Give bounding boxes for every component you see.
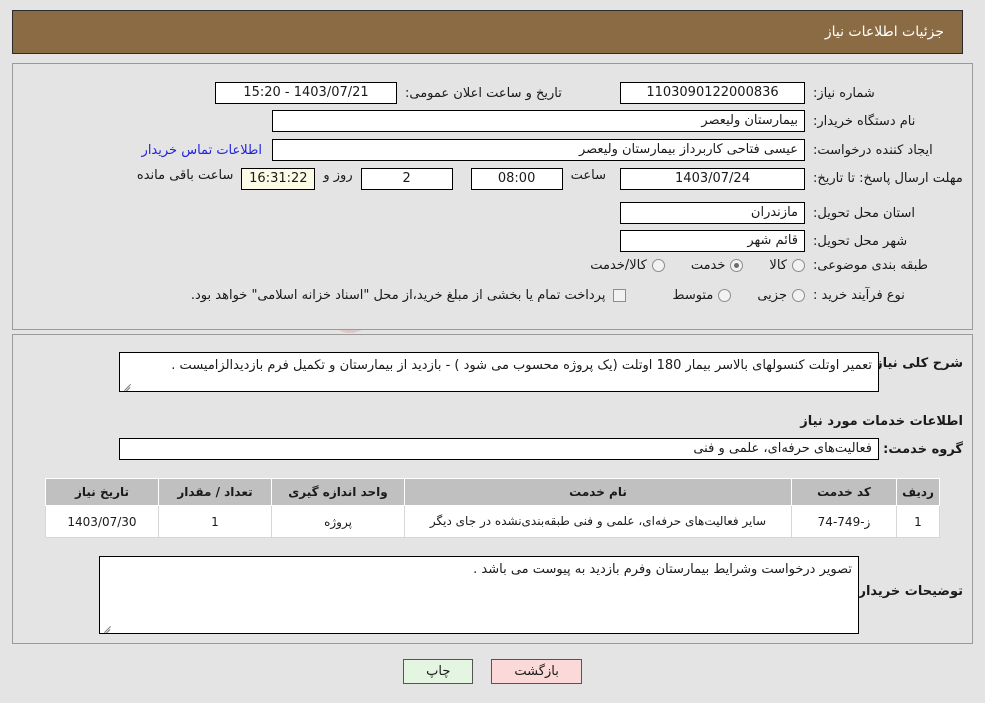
public-announce-row: تاریخ و ساعت اعلان عمومی: 15:20 - 1403/0… — [215, 82, 595, 104]
city-value: قائم شهر — [620, 230, 805, 252]
days-label: روز و — [323, 168, 353, 183]
cell-index: 1 — [896, 505, 940, 538]
page-header: جزئیات اطلاعات نیاز — [12, 10, 963, 54]
process-radio-jozii[interactable] — [792, 289, 805, 302]
description-row: شرح کلی نیاز: تعمیر اوتلت کنسولهای بالاس… — [119, 352, 963, 392]
category-row: طبقه بندی موضوعی: کالا خدمت کالا/خدمت — [564, 258, 963, 273]
province-value: مازندران — [620, 202, 805, 224]
deadline-row: مهلت ارسال پاسخ: تا تاریخ: 1403/07/24 سا… — [137, 168, 963, 190]
process-row: نوع فرآیند خرید : جزیی متوسط پرداخت تمام… — [191, 288, 963, 303]
city-label: شهر محل تحویل: — [813, 233, 908, 249]
days-remaining-value: 2 — [360, 168, 453, 190]
hour-value: 08:00 — [470, 168, 563, 190]
th-index: ردیف — [896, 478, 940, 506]
hour-label: ساعت — [570, 168, 606, 183]
page-title: جزئیات اطلاعات نیاز — [824, 24, 944, 40]
category-label-khedmat: خدمت — [690, 258, 726, 273]
service-group-row: گروه خدمت: فعالیت‌های حرفه‌ای، علمی و فن… — [119, 438, 963, 460]
requester-value: عیسی فتاحی کاربرداز بیمارستان ولیعصر — [272, 139, 805, 161]
service-group-value: فعالیت‌های حرفه‌ای، علمی و فنی — [119, 438, 879, 460]
countdown-label: ساعت باقی مانده — [136, 168, 234, 183]
process-option-motavaset[interactable]: متوسط — [672, 288, 732, 303]
category-radio-khedmat[interactable] — [730, 259, 744, 272]
services-section-title: اطلاعات خدمات مورد نیاز — [800, 414, 963, 429]
buyer-notes-row: توضیحات خریدار: تصویر درخواست وشرایط بیم… — [99, 556, 963, 634]
category-radio-kala[interactable] — [792, 259, 805, 272]
treasury-documents-text: پرداخت تمام یا بخشی از مبلغ خرید،از محل … — [190, 288, 606, 303]
needs-table-container: ردیف کد خدمت نام خدمت واحد اندازه گیری ت… — [45, 478, 940, 538]
deadline-label: مهلت ارسال پاسخ: تا تاریخ: — [813, 171, 963, 186]
th-date: تاریخ نیاز — [45, 478, 159, 506]
process-option-jozii[interactable]: جزیی — [757, 288, 805, 303]
cell-quantity: 1 — [158, 505, 272, 538]
back-button[interactable]: بازگشت — [491, 659, 582, 684]
category-radio-kala-khedmat[interactable] — [651, 259, 665, 272]
description-value: تعمیر اوتلت کنسولهای بالاسر بیمار 180 او… — [119, 352, 879, 392]
requester-label: ایجاد کننده درخواست: — [813, 142, 933, 158]
process-label-motavaset: متوسط — [672, 288, 714, 303]
process-radio-motavaset[interactable] — [718, 289, 732, 302]
description-label: شرح کلی نیاز: — [869, 356, 963, 371]
category-label: طبقه بندی موضوعی: — [813, 258, 929, 273]
buyer-notes-value: تصویر درخواست وشرایط بیمارستان وفرم بازد… — [99, 556, 859, 634]
requester-row: ایجاد کننده درخواست: عیسی فتاحی کاربرداز… — [142, 139, 963, 161]
service-group-label: گروه خدمت: — [883, 441, 963, 457]
city-row: شهر محل تحویل: قائم شهر — [620, 230, 963, 252]
category-option-kala-khedmat[interactable]: کالا/خدمت — [590, 258, 665, 273]
public-announce-label: تاریخ و ساعت اعلان عمومی: — [405, 85, 562, 101]
buyer-org-row: نام دستگاه خریدار: بیمارستان ولیعصر — [272, 110, 963, 132]
needs-table: ردیف کد خدمت نام خدمت واحد اندازه گیری ت… — [45, 478, 940, 538]
treasury-documents-checkbox[interactable] — [613, 289, 627, 302]
cell-code: ز-749-74 — [791, 505, 897, 538]
buyer-notes-text: تصویر درخواست وشرایط بیمارستان وفرم بازد… — [473, 562, 852, 577]
province-label: استان محل تحویل: — [813, 205, 915, 221]
category-label-kala: کالا — [769, 258, 787, 273]
th-quantity: تعداد / مقدار — [158, 478, 272, 506]
category-label-kala-khedmat: کالا/خدمت — [590, 258, 647, 273]
category-option-kala[interactable]: کالا — [769, 258, 805, 273]
need-number-label: شماره نیاز: — [813, 85, 875, 101]
table-header-row: ردیف کد خدمت نام خدمت واحد اندازه گیری ت… — [45, 478, 940, 506]
province-row: استان محل تحویل: مازندران — [620, 202, 963, 224]
print-button[interactable]: چاپ — [403, 659, 474, 684]
cell-date: 1403/07/30 — [45, 505, 159, 538]
countdown-timer-value: 16:31:22 — [241, 168, 316, 190]
cell-unit: پروژه — [271, 505, 405, 538]
need-number-value: 1103090122000836 — [620, 82, 805, 104]
th-unit: واحد اندازه گیری — [271, 478, 405, 506]
buyer-notes-label: توضیحات خریدار: — [853, 584, 963, 599]
category-option-khedmat[interactable]: خدمت — [691, 258, 744, 273]
table-row: 1 ز-749-74 سایر فعالیت‌های حرفه‌ای، علمی… — [45, 505, 940, 538]
process-label-jozii: جزیی — [757, 288, 787, 303]
th-code: کد خدمت — [791, 478, 897, 506]
deadline-date-value: 1403/07/24 — [620, 168, 805, 190]
buyer-org-value: بیمارستان ولیعصر — [272, 110, 805, 132]
th-name: نام خدمت — [404, 478, 792, 506]
buyer-org-label: نام دستگاه خریدار: — [813, 113, 916, 129]
need-number-row: شماره نیاز: 1103090122000836 — [620, 82, 963, 104]
buyer-contact-link[interactable]: اطلاعات تماس خریدار — [142, 143, 262, 158]
public-announce-value: 15:20 - 1403/07/21 — [215, 82, 397, 104]
resize-grip-icon[interactable] — [102, 622, 112, 632]
process-label: نوع فرآیند خرید : — [813, 288, 905, 303]
description-text: تعمیر اوتلت کنسولهای بالاسر بیمار 180 او… — [171, 358, 872, 373]
cell-name: سایر فعالیت‌های حرفه‌ای، علمی و فنی طبقه… — [404, 505, 792, 538]
resize-grip-icon[interactable] — [122, 380, 132, 390]
footer-actions: چاپ بازگشت — [0, 659, 985, 684]
